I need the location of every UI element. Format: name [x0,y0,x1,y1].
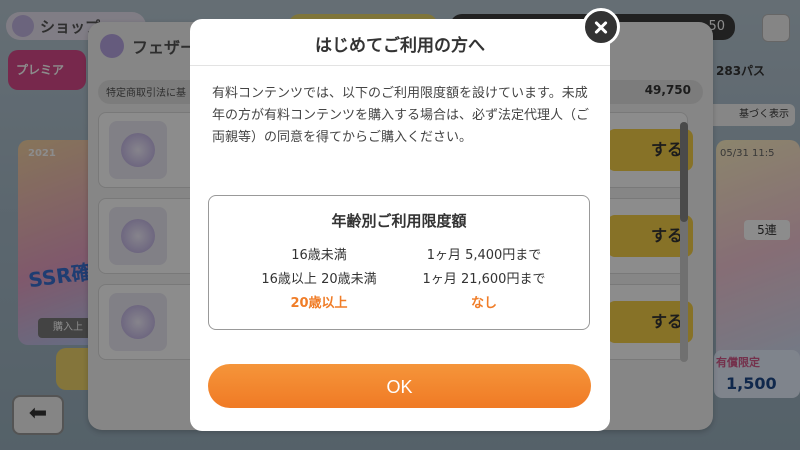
limit-amount: なし [470,296,497,311]
close-button[interactable] [582,8,620,46]
limit-amount: 1ヶ月 21,600円まで [422,272,546,287]
limit-row: 20歳以上 なし [209,292,589,312]
divider [190,65,610,66]
limit-heading: 年齢別ご利用限度額 [331,212,467,230]
first-use-dialog: はじめてご利用の方へ 有料コンテンツでは、以下のご利用限度額を設けています。未成… [190,19,610,431]
age-limit-box: 年齢別ご利用限度額 16歳未満 1ヶ月 5,400円まで 16歳以上 20歳未満… [208,195,590,330]
limit-row: 16歳未満 1ヶ月 5,400円まで [209,244,589,264]
limit-row: 16歳以上 20歳未満 1ヶ月 21,600円まで [209,268,589,288]
limit-age: 16歳以上 20歳未満 [261,272,377,287]
limit-age: 20歳以上 [290,296,348,311]
ok-button[interactable]: OK [208,364,591,408]
dialog-body: 有料コンテンツでは、以下のご利用限度額を設けています。未成年の方が有料コンテンツ… [212,86,590,145]
limit-age: 16歳未満 [291,248,347,263]
dialog-title: はじめてご利用の方へ [315,36,485,56]
limit-amount: 1ヶ月 5,400円まで [426,248,542,263]
